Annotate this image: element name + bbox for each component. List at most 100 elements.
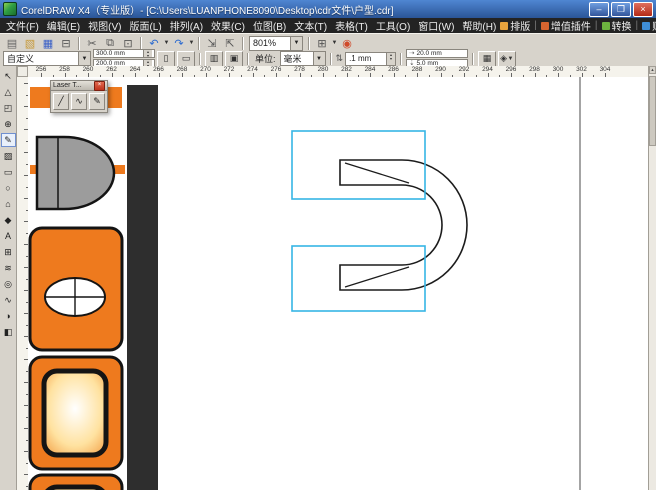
- separator: [400, 53, 402, 65]
- curve-flyout-window: Laser T... × ╱∿✎: [50, 80, 108, 113]
- smart-fill-tool[interactable]: ▨: [1, 149, 16, 163]
- zoom-level-select[interactable]: 801%▼: [249, 36, 303, 51]
- export-button[interactable]: ⇱: [221, 35, 239, 51]
- maximize-button[interactable]: ❐: [611, 2, 631, 17]
- minimize-button[interactable]: –: [589, 2, 609, 17]
- snap-grid-icon: ▦: [483, 53, 492, 64]
- page-preset-select[interactable]: 自定义 ▼: [3, 51, 91, 66]
- drawing-canvas-svg: [28, 77, 648, 490]
- design-d-shape[interactable]: [37, 137, 114, 209]
- outline-pen-tool[interactable]: ∿: [1, 293, 16, 307]
- snap-options-icon: ◈: [500, 53, 507, 64]
- toolbar-separator: [140, 37, 142, 50]
- nudge-offset-input[interactable]: .1 mm ▴▾: [345, 52, 396, 66]
- menu-tools[interactable]: 工具(O): [372, 18, 414, 33]
- ruler-origin-corner[interactable]: [17, 66, 28, 77]
- menu-window[interactable]: 窗口(W): [414, 18, 458, 33]
- pick-tool[interactable]: ↖: [1, 69, 16, 83]
- menu-text[interactable]: 文本(T): [290, 18, 331, 33]
- menu-file[interactable]: 文件(F): [2, 18, 43, 33]
- nudge-offset-icon: ⇅: [336, 53, 344, 64]
- corel-online-icon: ◉: [342, 37, 352, 50]
- spinner-icon[interactable]: ▴▾: [143, 50, 152, 57]
- menubar-button-snap[interactable]: 贴齐: [642, 18, 656, 33]
- application-launcher-button[interactable]: ⊞: [313, 35, 331, 51]
- menu-edit[interactable]: 编辑(E): [43, 18, 84, 33]
- basic-shapes-tool[interactable]: ◆: [1, 213, 16, 227]
- units-label: 单位:: [253, 52, 278, 65]
- chevron-down-icon[interactable]: ▼: [188, 40, 195, 46]
- chevron-down-icon: ▼: [313, 52, 325, 65]
- table-tool[interactable]: ⊞: [1, 245, 16, 259]
- menubar-button-plugins[interactable]: 增值插件: [541, 18, 591, 33]
- scroll-up-icon[interactable]: ▲: [649, 66, 656, 74]
- pen-curve-button[interactable]: ✎: [89, 93, 105, 110]
- corel-online-button[interactable]: ◉: [338, 35, 356, 51]
- menu-help[interactable]: 帮助(H): [458, 18, 500, 33]
- import-button[interactable]: ⇲: [203, 35, 221, 51]
- snap-options-button[interactable]: ◈▼: [498, 51, 516, 67]
- portrait-button[interactable]: ▯: [157, 51, 175, 67]
- close-button[interactable]: ×: [633, 2, 653, 17]
- save-icon: ▦: [43, 37, 53, 50]
- all-pages-button[interactable]: ▥: [205, 51, 223, 67]
- page-width-input[interactable]: 300.0 mm ▴▾: [93, 49, 155, 58]
- redo-button[interactable]: ↷: [170, 35, 188, 51]
- interactive-fill-tool[interactable]: ◧: [1, 325, 16, 339]
- menubar-button-typeset[interactable]: 排版: [500, 18, 530, 33]
- separator: [330, 53, 332, 65]
- open-button[interactable]: ▧: [21, 35, 39, 51]
- ellipse-tool[interactable]: ○: [1, 181, 16, 195]
- chevron-down-icon[interactable]: ▼: [163, 40, 170, 46]
- snap-to-button[interactable]: ▦: [478, 51, 496, 67]
- landscape-button[interactable]: ▭: [177, 51, 195, 67]
- freehand-tool[interactable]: ✎: [1, 133, 16, 147]
- crop-tool[interactable]: ◰: [1, 101, 16, 115]
- chevron-down-icon[interactable]: ▼: [331, 40, 338, 46]
- menu-effects[interactable]: 效果(C): [207, 18, 249, 33]
- duplicate-distance-x-input[interactable]: ⇢ 20.0 mm: [406, 49, 468, 58]
- design-dark-strip[interactable]: [127, 85, 158, 490]
- rectangle-tool[interactable]: ▭: [1, 165, 16, 179]
- units-select[interactable]: 毫米 ▼: [280, 51, 326, 66]
- menu-layout[interactable]: 版面(L): [125, 18, 165, 33]
- scrollbar-thumb[interactable]: [649, 76, 656, 146]
- menu-view[interactable]: 视图(V): [84, 18, 125, 33]
- units-value: 毫米: [281, 52, 313, 65]
- fill-tool[interactable]: ◑: [1, 309, 16, 323]
- menubar-button-convert[interactable]: 转换: [602, 18, 632, 33]
- design-gradient-key-1[interactable]: [44, 371, 106, 455]
- undo-icon: ↶: [149, 37, 158, 50]
- eyedropper-tool[interactable]: ◎: [1, 277, 16, 291]
- text-tool[interactable]: A: [1, 229, 16, 243]
- separator: |: [594, 20, 599, 31]
- ruler-label: 288: [412, 66, 423, 73]
- page-preset-value: 自定义: [4, 52, 78, 65]
- menu-bitmaps[interactable]: 位图(B): [249, 18, 290, 33]
- current-page-button[interactable]: ▣: [225, 51, 243, 67]
- zoom-tool[interactable]: ⊕: [1, 117, 16, 131]
- snap-icon: [642, 22, 650, 30]
- polygon-tool[interactable]: ⌂: [1, 197, 16, 211]
- bezier-curve-button[interactable]: ∿: [71, 93, 87, 110]
- shape-tool[interactable]: △: [1, 85, 16, 99]
- menu-arrange[interactable]: 排列(A): [166, 18, 207, 33]
- freehand-curve-button[interactable]: ╱: [53, 93, 69, 110]
- property-bar: 自定义 ▼ 300.0 mm ▴▾ 200.0 mm ▴▾ ▯ ▭ ▥ ▣ 单位…: [0, 51, 656, 67]
- save-button[interactable]: ▦: [39, 35, 57, 51]
- new-document-button[interactable]: ▤: [3, 35, 21, 51]
- ruler-label: 264: [130, 66, 141, 73]
- redo-icon: ↷: [174, 37, 183, 50]
- landscape-icon: ▭: [182, 53, 191, 64]
- ruler-label: 286: [388, 66, 399, 73]
- drawing-canvas[interactable]: [28, 77, 648, 490]
- vertical-scrollbar[interactable]: ▲: [648, 66, 656, 490]
- horseshoe-shape[interactable]: [340, 160, 467, 290]
- flyout-close-button[interactable]: ×: [94, 81, 105, 91]
- spinner-icon[interactable]: ▴▾: [386, 53, 395, 65]
- menu-table[interactable]: 表格(T): [331, 18, 372, 33]
- flyout-titlebar[interactable]: Laser T... ×: [50, 80, 108, 91]
- print-button[interactable]: ⊟: [57, 35, 75, 51]
- interactive-blend-tool[interactable]: ≋: [1, 261, 16, 275]
- flyout-title: Laser T...: [53, 82, 94, 89]
